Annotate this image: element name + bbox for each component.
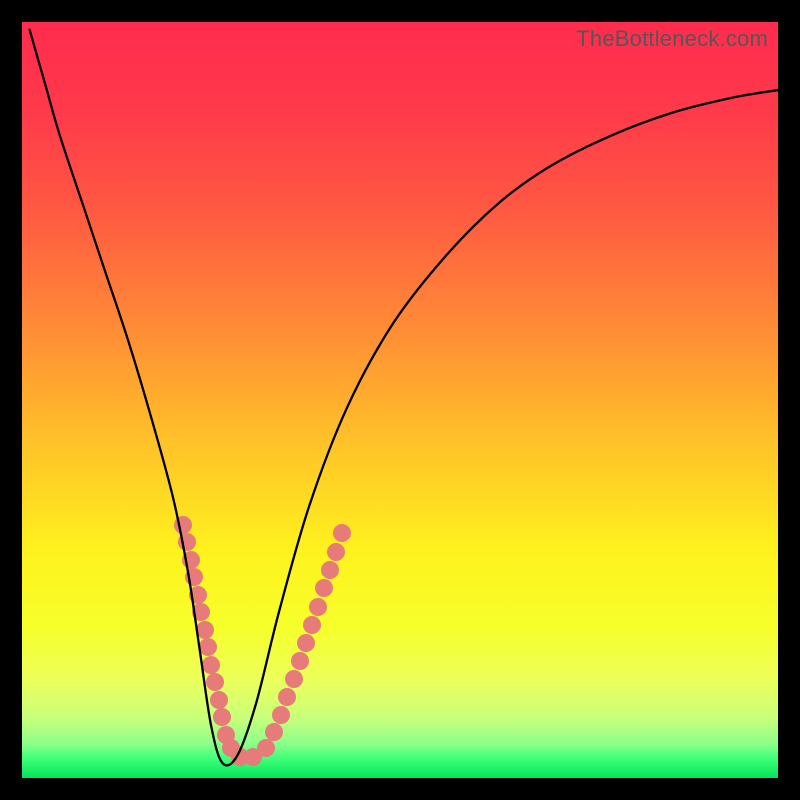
marker-dot <box>327 543 345 561</box>
marker-dot <box>265 723 283 741</box>
marker-dot <box>272 706 290 724</box>
marker-dot <box>278 688 296 706</box>
marker-dot <box>321 561 339 579</box>
marker-dot <box>199 638 217 656</box>
chart-overlay <box>22 22 778 778</box>
marker-dot <box>210 691 228 709</box>
marker-dot <box>206 673 224 691</box>
marker-dot <box>315 579 333 597</box>
marker-dot <box>333 524 351 542</box>
marker-dot <box>297 634 315 652</box>
marker-dot <box>213 708 231 726</box>
marker-dot <box>285 670 303 688</box>
marker-dot <box>257 739 275 757</box>
marker-dot <box>202 656 220 674</box>
watermark-text: TheBottleneck.com <box>576 26 768 52</box>
chart-frame: TheBottleneck.com <box>22 22 778 778</box>
plot-area: TheBottleneck.com <box>22 22 778 778</box>
marker-dot <box>291 652 309 670</box>
bottleneck-curve <box>30 30 778 766</box>
marker-dots <box>174 516 351 766</box>
marker-dot <box>303 616 321 634</box>
marker-dot <box>309 598 327 616</box>
